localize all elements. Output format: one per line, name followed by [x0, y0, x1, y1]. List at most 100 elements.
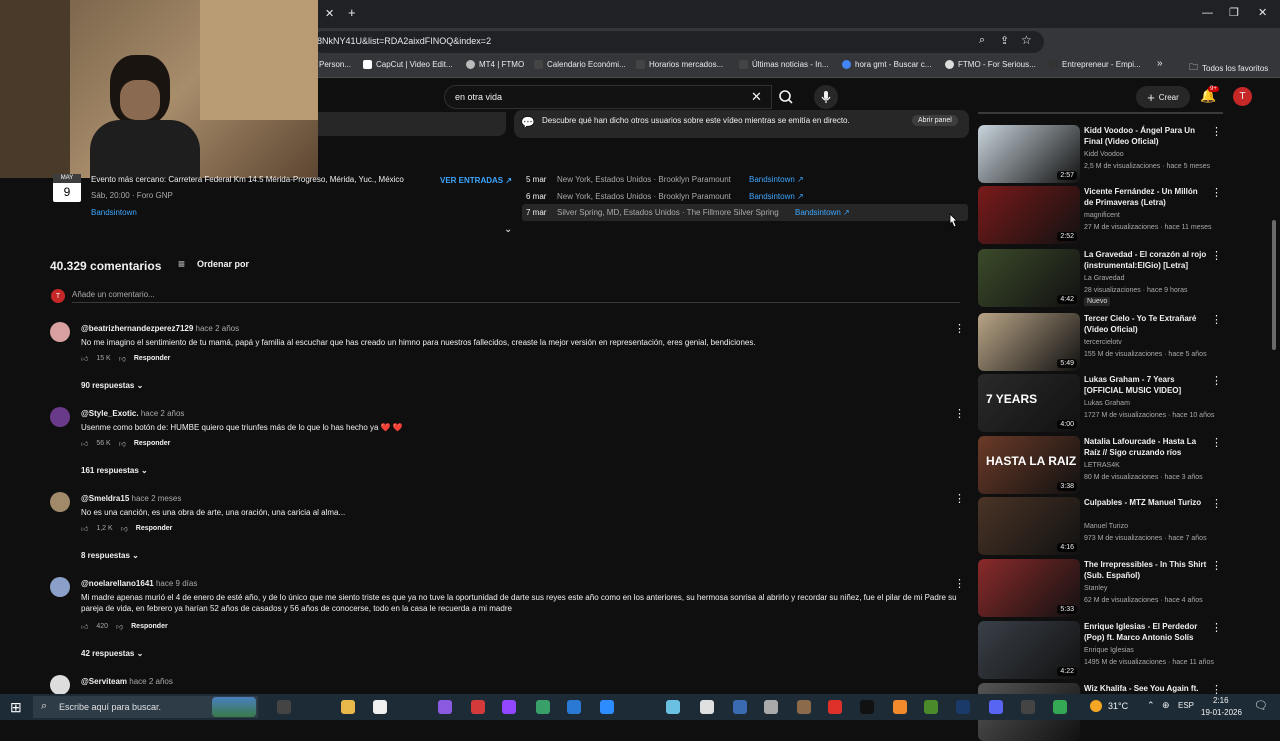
steam-icon[interactable] [956, 700, 970, 714]
video-title[interactable]: Culpables - MTZ Manuel Turizo [1084, 497, 1209, 508]
bookmark-item[interactable]: Horarios mercados... [636, 60, 723, 69]
weather-sun-icon[interactable] [1090, 700, 1102, 712]
comment-author[interactable]: @noelarellano1641 [81, 579, 154, 588]
replies-toggle[interactable]: 42 respuestas ⌄ [81, 649, 143, 658]
avatar[interactable] [50, 492, 70, 512]
scrollbar-thumb[interactable] [1272, 220, 1276, 350]
opera-icon[interactable] [828, 700, 842, 714]
restore-icon[interactable]: ❐ [1229, 6, 1239, 19]
app-icon[interactable] [733, 700, 747, 714]
replies-toggle[interactable]: 161 respuestas ⌄ [81, 466, 148, 475]
settings-icon[interactable] [764, 700, 778, 714]
tickets-link[interactable]: VER ENTRADAS ↗ [440, 176, 512, 185]
app-icon[interactable] [536, 700, 550, 714]
share-icon[interactable]: ⇪ [1000, 34, 1009, 47]
video-item[interactable]: 5:49 Tercer Cielo - Yo Te Extrañaré (Vide… [978, 313, 1223, 371]
comment-author[interactable]: @Smeldra15 [81, 494, 129, 503]
video-thumbnail[interactable]: 2:57 [978, 125, 1080, 183]
comment-menu-icon[interactable]: ⋮ [954, 407, 965, 420]
video-channel[interactable]: Lukas Graham [1084, 400, 1130, 407]
comment-menu-icon[interactable]: ⋮ [954, 492, 965, 505]
video-menu-icon[interactable]: ⋮ [1211, 186, 1222, 199]
video-channel[interactable]: LETRAS4K [1084, 462, 1120, 469]
avatar[interactable] [50, 407, 70, 427]
open-panel-button[interactable]: Abrir panel [912, 115, 958, 126]
zoom-icon[interactable] [600, 700, 614, 714]
comment-time[interactable]: hace 2 años [196, 324, 240, 333]
bookmark-item[interactable]: Últimas noticias - In... [739, 60, 828, 69]
reply-button[interactable]: Responder [134, 440, 171, 447]
video-menu-icon[interactable]: ⋮ [1211, 436, 1222, 449]
comment-menu-icon[interactable]: ⋮ [954, 322, 965, 335]
add-comment-input[interactable]: Añade un comentario... [72, 289, 960, 303]
avatar[interactable] [50, 322, 70, 342]
video-menu-icon[interactable]: ⋮ [1211, 249, 1222, 262]
comment-author[interactable]: @Style_Exotic. [81, 409, 139, 418]
video-channel[interactable]: La Gravedad [1084, 275, 1124, 282]
tiktok-icon[interactable] [860, 700, 874, 714]
voice-search-button[interactable] [814, 85, 838, 109]
copilot-icon[interactable] [438, 700, 452, 714]
like-icon[interactable]: 👍︎ [81, 354, 88, 363]
app-icon[interactable] [666, 700, 680, 714]
more-bookmarks-icon[interactable]: » [1157, 58, 1163, 69]
event-row[interactable]: 6 mar New York, Estados Unidos · Brookly… [522, 188, 968, 204]
video-title[interactable]: The Irrepressibles - In This Shirt (Sub.… [1084, 559, 1209, 581]
app-icon[interactable] [797, 700, 811, 714]
windows-start-icon[interactable]: ⊞ [10, 699, 22, 716]
event-source-link[interactable]: Bandsintown ↗ [795, 208, 850, 217]
video-channel[interactable]: tercercielotv [1084, 339, 1122, 346]
video-title[interactable]: Vicente Fernández - Un Millón de Primave… [1084, 186, 1209, 208]
video-menu-icon[interactable]: ⋮ [1211, 497, 1222, 510]
search-input[interactable]: en otra vida ✕ [444, 85, 772, 109]
video-thumbnail[interactable]: HASTA LA RAIZ 3:38 [978, 436, 1080, 494]
video-thumbnail[interactable]: 4:42 [978, 249, 1080, 307]
video-item[interactable]: 4:42 La Gravedad - El corazón al rojo (in… [978, 249, 1223, 307]
bookmark-item[interactable]: Person... [319, 60, 351, 69]
dislike-icon[interactable]: 👎︎ [119, 354, 126, 363]
create-button[interactable]: + Crear [1136, 86, 1190, 108]
video-menu-icon[interactable]: ⋮ [1211, 621, 1222, 634]
address-bar[interactable]: 8NkNY41U&list=RDA2aixdFINOQ&index=2 ⌕ ⇪ … [312, 31, 1044, 53]
video-thumbnail[interactable]: 4:16 [978, 497, 1080, 555]
app-icon[interactable] [1021, 700, 1035, 714]
network-icon[interactable]: ⊕ [1162, 700, 1170, 711]
video-item[interactable]: 2:52 Vicente Fernández - Un Millón de Pri… [978, 186, 1223, 244]
video-item[interactable]: HASTA LA RAIZ 3:38 Natalia Lafourcade - Ha… [978, 436, 1223, 494]
close-tab-icon[interactable]: ✕ [325, 7, 334, 20]
video-channel[interactable]: Manuel Turizo [1084, 523, 1128, 530]
reply-button[interactable]: Responder [136, 525, 173, 532]
like-icon[interactable]: 👍︎ [81, 439, 88, 448]
video-thumbnail[interactable]: 4:22 [978, 621, 1080, 679]
reply-button[interactable]: Responder [131, 623, 168, 630]
reply-button[interactable]: Responder [134, 355, 171, 362]
bookmark-item[interactable]: MT4 | FTMO [466, 60, 524, 69]
minecraft-icon[interactable] [924, 700, 938, 714]
video-menu-icon[interactable]: ⋮ [1211, 374, 1222, 387]
discord-icon[interactable] [989, 700, 1003, 714]
comment-time[interactable]: hace 2 meses [132, 494, 182, 503]
sort-icon[interactable]: ≡ [178, 257, 185, 271]
video-item[interactable]: 4:16 Culpables - MTZ Manuel Turizo Manuel … [978, 497, 1223, 555]
video-thumbnail[interactable]: 7 YEARS 4:00 [978, 374, 1080, 432]
video-title[interactable]: Wiz Khalifa - See You Again ft. [1084, 683, 1209, 694]
weather-temp[interactable]: 31°C [1108, 701, 1128, 711]
dislike-icon[interactable]: 👎︎ [116, 622, 123, 631]
bookmark-item[interactable]: Calendario Económi... [534, 60, 626, 69]
language-indicator[interactable]: ESP [1178, 701, 1194, 710]
video-title[interactable]: Kidd Voodoo - Ángel Para Un Final (Video… [1084, 125, 1209, 147]
sort-button[interactable]: Ordenar por [197, 259, 249, 269]
task-view-icon[interactable] [277, 700, 291, 714]
event-source-link[interactable]: Bandsintown ↗ [749, 175, 804, 184]
bookmark-item[interactable]: hora gmt - Buscar c... [842, 60, 931, 69]
chrome-icon[interactable] [1053, 700, 1067, 714]
video-title[interactable]: La Gravedad - El corazón al rojo (instru… [1084, 249, 1209, 271]
all-bookmarks-folder[interactable]: 🗀 Todos los favoritos [1189, 60, 1268, 76]
video-channel[interactable]: Kidd Voodoo [1084, 151, 1124, 158]
video-item[interactable]: 7 YEARS 4:00 Lukas Graham - 7 Years [OFFIC… [978, 374, 1223, 432]
comment-time[interactable]: hace 2 años [129, 677, 173, 686]
dislike-icon[interactable]: 👎︎ [119, 439, 126, 448]
expand-chevron-icon[interactable]: ⌄ [504, 224, 512, 235]
app-icon[interactable] [471, 700, 485, 714]
zoom-icon[interactable]: ⌕ [979, 34, 985, 47]
